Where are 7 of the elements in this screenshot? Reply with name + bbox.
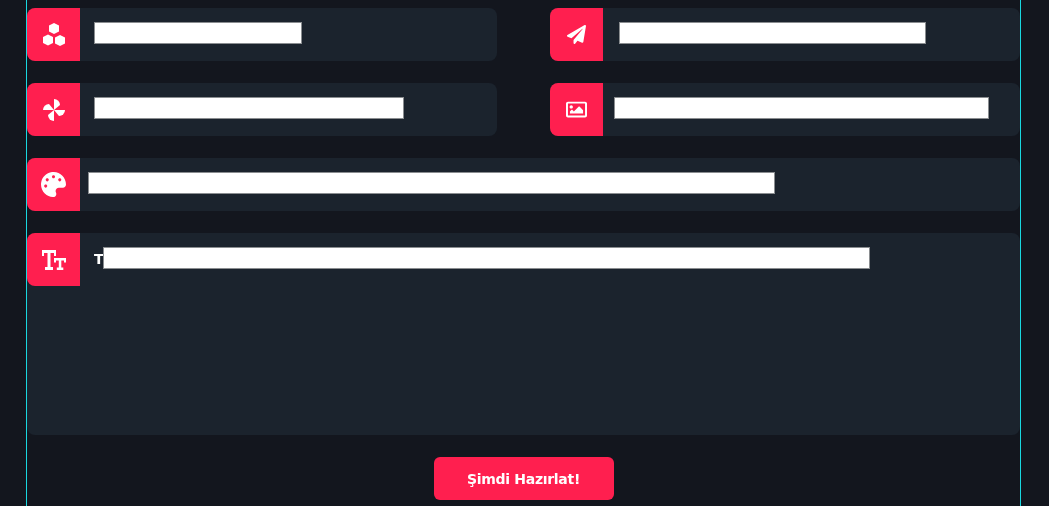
- palette-icon: [41, 172, 66, 197]
- submit-button[interactable]: Şimdi Hazırlat!: [433, 457, 614, 500]
- image-icon: [566, 99, 587, 120]
- pinwheel-icon: [40, 96, 67, 123]
- hexagons-icon: [40, 21, 67, 48]
- text-size-icon: [40, 247, 67, 272]
- paper-plane-icon: [567, 25, 586, 44]
